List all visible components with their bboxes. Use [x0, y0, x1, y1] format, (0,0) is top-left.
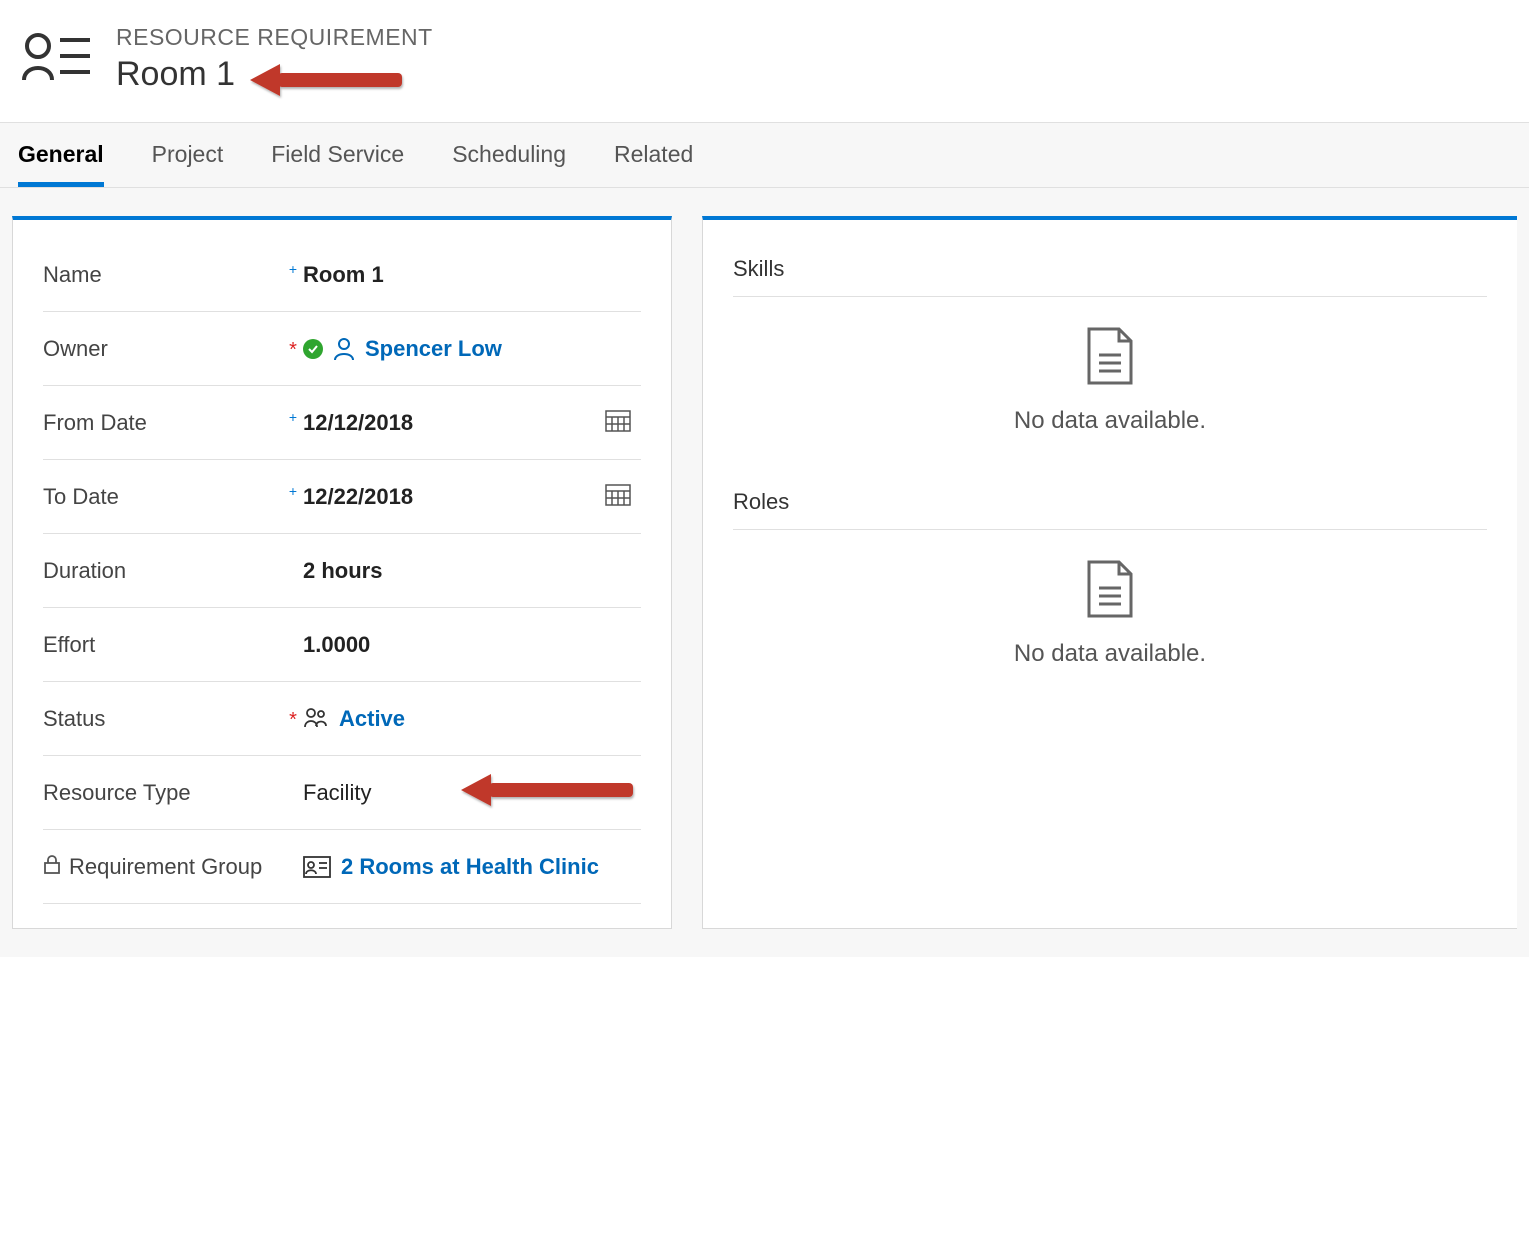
field-owner-value[interactable]: Spencer Low	[303, 336, 641, 362]
tab-general[interactable]: General	[18, 123, 104, 187]
calendar-icon[interactable]	[605, 482, 641, 512]
field-duration-value[interactable]: 2 hours	[303, 558, 641, 584]
field-duration[interactable]: Duration 2 hours	[43, 534, 641, 608]
tab-project[interactable]: Project	[152, 123, 224, 187]
recommended-marker-icon: +	[283, 409, 303, 425]
field-name-label: Name	[43, 262, 102, 288]
status-link-text[interactable]: Active	[339, 706, 405, 732]
group-card-icon	[303, 856, 331, 878]
field-resource-type-label: Resource Type	[43, 780, 191, 806]
field-owner-label: Owner	[43, 336, 108, 362]
status-icon	[303, 707, 329, 731]
field-effort[interactable]: Effort 1.0000	[43, 608, 641, 682]
form-panel: Name + Room 1 Owner * Spencer Low	[12, 216, 672, 929]
field-status-label: Status	[43, 706, 105, 732]
document-icon	[1085, 327, 1135, 391]
from-date-text: 12/12/2018	[303, 410, 413, 436]
field-to-date-label: To Date	[43, 484, 119, 510]
field-to-date-value[interactable]: 12/22/2018	[303, 482, 641, 512]
verified-icon	[303, 339, 323, 359]
related-panel: Skills No data available. Roles No data …	[702, 216, 1517, 929]
required-marker-icon: *	[283, 339, 303, 362]
field-effort-label: Effort	[43, 632, 95, 658]
to-date-text: 12/22/2018	[303, 484, 413, 510]
skills-section-header: Skills	[733, 238, 1487, 297]
roles-empty-text: No data available.	[1014, 640, 1206, 668]
field-owner[interactable]: Owner * Spencer Low	[43, 312, 641, 386]
roles-section-header: Roles	[733, 471, 1487, 530]
recommended-marker-icon: +	[283, 483, 303, 499]
callout-arrow-resource-type	[461, 768, 641, 818]
field-status[interactable]: Status * Active	[43, 682, 641, 756]
roles-empty-state: No data available.	[733, 530, 1487, 704]
callout-arrow-title	[250, 58, 410, 108]
tab-bar: General Project Field Service Scheduling…	[0, 122, 1529, 188]
field-from-date[interactable]: From Date + 12/12/2018	[43, 386, 641, 460]
lock-icon	[43, 854, 61, 880]
resource-requirement-icon	[20, 30, 92, 88]
entity-type-label: RESOURCE REQUIREMENT	[116, 24, 433, 51]
user-icon	[333, 337, 355, 361]
field-name-value[interactable]: Room 1	[303, 262, 641, 288]
required-marker-icon: *	[283, 709, 303, 732]
calendar-icon[interactable]	[605, 408, 641, 438]
page-header: RESOURCE REQUIREMENT Room 1	[0, 0, 1529, 122]
document-icon	[1085, 560, 1135, 624]
field-effort-value[interactable]: 1.0000	[303, 632, 641, 658]
owner-link-text[interactable]: Spencer Low	[365, 336, 502, 362]
tab-related[interactable]: Related	[614, 123, 693, 187]
field-from-date-value[interactable]: 12/12/2018	[303, 408, 641, 438]
tab-scheduling[interactable]: Scheduling	[452, 123, 566, 187]
field-duration-label: Duration	[43, 558, 126, 584]
requirement-group-link-text[interactable]: 2 Rooms at Health Clinic	[341, 854, 599, 880]
field-to-date[interactable]: To Date + 12/22/2018	[43, 460, 641, 534]
recommended-marker-icon: +	[283, 261, 303, 277]
tab-field-service[interactable]: Field Service	[271, 123, 404, 187]
field-requirement-group[interactable]: Requirement Group 2 Rooms at Health Clin…	[43, 830, 641, 904]
field-name[interactable]: Name + Room 1	[43, 238, 641, 312]
content-area: Name + Room 1 Owner * Spencer Low	[0, 188, 1529, 957]
field-status-value[interactable]: Active	[303, 706, 641, 732]
skills-empty-text: No data available.	[1014, 407, 1206, 435]
field-resource-type[interactable]: Resource Type Facility	[43, 756, 641, 830]
field-requirement-group-label: Requirement Group	[69, 854, 262, 880]
field-from-date-label: From Date	[43, 410, 147, 436]
field-requirement-group-value[interactable]: 2 Rooms at Health Clinic	[303, 854, 641, 880]
skills-empty-state: No data available.	[733, 297, 1487, 471]
